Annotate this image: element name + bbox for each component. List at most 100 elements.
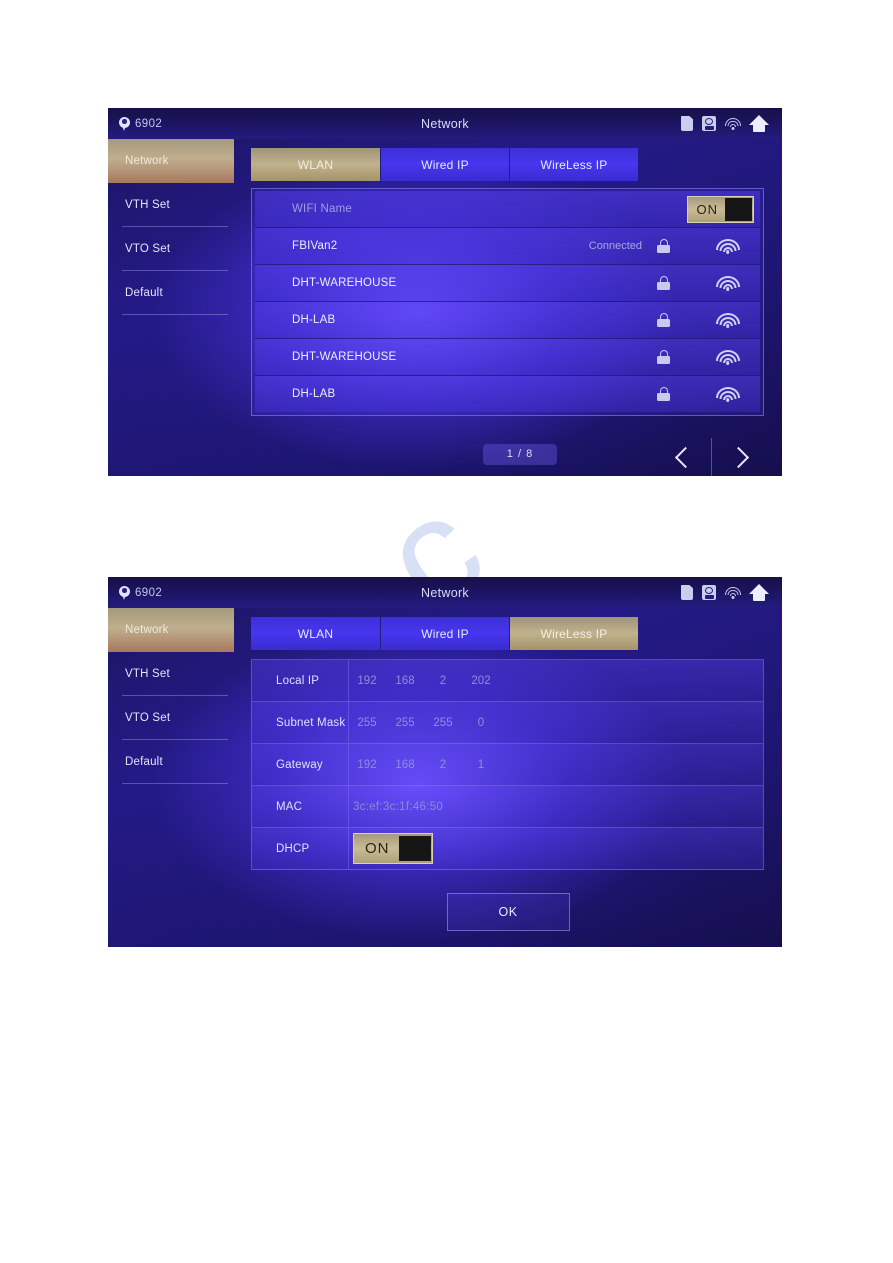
wifi-icon [724, 117, 741, 130]
local-ip-input[interactable]: 192 168 2 202 [348, 675, 500, 687]
wifi-status: Connected [588, 240, 642, 252]
toggle-knob [398, 836, 431, 861]
form-row-mac: MAC 3c:ef:3c:1f:46:50 [251, 785, 764, 827]
sidebar-item-label: Network [125, 624, 169, 636]
status-bar: 6902 Network [108, 108, 782, 139]
page-title: Network [421, 116, 469, 131]
wifi-power-toggle[interactable]: ON [686, 195, 754, 223]
toggle-knob [725, 197, 752, 221]
tab-wlan[interactable]: WLAN [251, 148, 380, 181]
home-icon[interactable] [749, 115, 769, 132]
column-divider [348, 786, 349, 827]
sidebar: Network VTH Set VTO Set Default [108, 608, 234, 947]
pagination-nav [659, 438, 764, 476]
content-area: WLAN Wired IP WireLess IP Local IP 192 1… [234, 608, 782, 947]
mac-value: 3c:ef:3c:1f:46:50 [353, 800, 444, 813]
tab-label: Wired IP [421, 157, 469, 172]
wifi-list-item[interactable]: DHT-WAREHOUSE [255, 339, 760, 376]
lock-icon [657, 239, 670, 253]
column-divider [348, 828, 349, 869]
sidebar-item-label: VTH Set [125, 199, 170, 211]
sidebar-item-vto-set[interactable]: VTO Set [108, 696, 234, 740]
column-divider [348, 744, 349, 785]
screen-body: Network VTH Set VTO Set Default WLAN Wir… [108, 608, 782, 947]
form-row-dhcp: DHCP ON [251, 827, 764, 870]
sidebar-item-default[interactable]: Default [108, 271, 234, 315]
sidebar-item-label: Default [125, 756, 163, 768]
form-row-subnet-mask: Subnet Mask 255 255 255 0 [251, 701, 764, 743]
column-divider [348, 660, 349, 701]
tab-wired-ip[interactable]: Wired IP [381, 617, 509, 650]
octet-3[interactable]: 2 [424, 759, 462, 771]
sidebar-item-vto-set[interactable]: VTO Set [108, 227, 234, 271]
sd-card-icon [681, 116, 693, 131]
toggle-label: ON [696, 201, 718, 217]
sidebar-item-label: Default [125, 287, 163, 299]
sidebar-item-network[interactable]: Network [108, 608, 234, 652]
octet-2[interactable]: 168 [386, 759, 424, 771]
dhcp-toggle[interactable]: ON [353, 833, 433, 864]
octet-1[interactable]: 192 [348, 675, 386, 687]
wifi-signal-icon [715, 312, 740, 328]
form-row-local-ip: Local IP 192 168 2 202 [251, 659, 764, 701]
octet-1[interactable]: 192 [348, 759, 386, 771]
gateway-label: Gateway [276, 758, 323, 771]
octet-3[interactable]: 255 [424, 717, 462, 729]
tab-wireless-ip[interactable]: WireLess IP [510, 617, 638, 650]
content-area: WLAN Wired IP WireLess IP WIFI Name ON F… [234, 139, 782, 476]
previous-page-button[interactable] [659, 438, 711, 476]
wifi-list: WIFI Name ON FBIVan2 Connected DHT-WAREH… [251, 188, 764, 416]
lock-icon [657, 313, 670, 327]
lock-icon [657, 350, 670, 364]
ip-settings-form: Local IP 192 168 2 202 Subnet Mask 255 2… [251, 659, 764, 870]
octet-2[interactable]: 168 [386, 675, 424, 687]
lock-icon [657, 276, 670, 290]
wifi-ssid: DHT-WAREHOUSE [292, 351, 397, 363]
pagination-bar: 1 / 8 [251, 438, 764, 476]
octet-4[interactable]: 0 [462, 717, 500, 729]
octet-4[interactable]: 1 [462, 759, 500, 771]
tab-wlan[interactable]: WLAN [251, 617, 380, 650]
wifi-list-item[interactable]: DH-LAB [255, 376, 760, 412]
octet-4[interactable]: 202 [462, 675, 500, 687]
tab-wired-ip[interactable]: Wired IP [381, 148, 509, 181]
subnet-mask-label: Subnet Mask [276, 716, 346, 729]
subnet-mask-input[interactable]: 255 255 255 0 [348, 717, 500, 729]
column-divider [348, 702, 349, 743]
form-row-gateway: Gateway 192 168 2 1 [251, 743, 764, 785]
tab-label: WireLess IP [540, 157, 608, 172]
sidebar-item-network[interactable]: Network [108, 139, 234, 183]
mac-label: MAC [276, 800, 303, 813]
home-icon[interactable] [749, 584, 769, 601]
alarm-icon [702, 116, 716, 131]
octet-2[interactable]: 255 [386, 717, 424, 729]
sidebar: Network VTH Set VTO Set Default [108, 139, 234, 476]
wifi-signal-icon [715, 275, 740, 291]
wifi-ssid: DHT-WAREHOUSE [292, 277, 397, 289]
toggle-label: ON [365, 840, 390, 857]
sd-card-icon [681, 585, 693, 600]
octet-3[interactable]: 2 [424, 675, 462, 687]
sidebar-item-vth-set[interactable]: VTH Set [108, 652, 234, 696]
wifi-list-item[interactable]: DH-LAB [255, 302, 760, 339]
ok-button-area: OK [234, 893, 782, 931]
sidebar-item-default[interactable]: Default [108, 740, 234, 784]
wifi-signal-icon [715, 349, 740, 365]
sidebar-item-label: VTO Set [125, 243, 171, 255]
octet-1[interactable]: 255 [348, 717, 386, 729]
status-bar: 6902 Network [108, 577, 782, 608]
ok-button[interactable]: OK [446, 893, 570, 931]
wifi-list-item[interactable]: FBIVan2 Connected [255, 228, 760, 265]
next-page-button[interactable] [711, 438, 764, 476]
wifi-ssid: DH-LAB [292, 388, 336, 400]
wifi-ssid: FBIVan2 [292, 240, 338, 252]
wifi-list-item[interactable]: DHT-WAREHOUSE [255, 265, 760, 302]
gateway-input[interactable]: 192 168 2 1 [348, 759, 500, 771]
page-title: Network [421, 585, 469, 600]
tab-label: Wired IP [421, 626, 469, 641]
sidebar-item-vth-set[interactable]: VTH Set [108, 183, 234, 227]
tab-wireless-ip[interactable]: WireLess IP [510, 148, 638, 181]
tab-label: WLAN [297, 626, 334, 641]
chevron-right-icon [727, 446, 749, 468]
ok-button-label: OK [498, 905, 518, 919]
